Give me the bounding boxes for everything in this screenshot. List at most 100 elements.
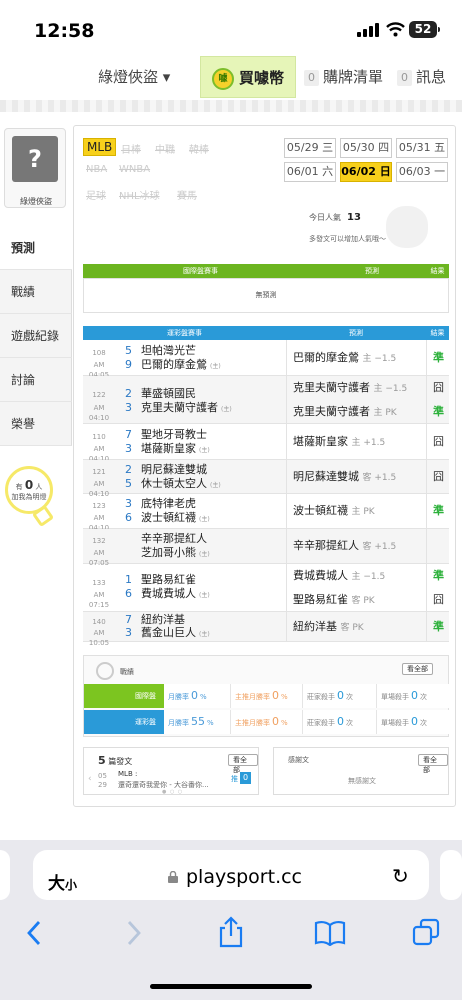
league-tab-cpbl[interactable]: 中職 (152, 140, 178, 157)
sidebar-item-game-log[interactable]: 遊戲紀錄 (0, 314, 72, 358)
url-text[interactable]: playsport.cc (186, 866, 302, 888)
league-tab-horse[interactable]: 賽馬 (174, 186, 200, 203)
target-icon (96, 662, 114, 680)
avatar-card[interactable]: ? 綠燈俠盜 (4, 128, 66, 208)
buy-coin-button[interactable]: 噱買噱幣 (200, 56, 296, 98)
push-label: 推 (231, 775, 238, 783)
game-row[interactable]: 121 AM 04:10 2 明尼蘇達雙城 5 休士頓太空人 (主) 明尼蘇達雙城 客… (83, 460, 449, 498)
sidebar-item-predictions[interactable]: 預測 (0, 226, 72, 270)
month-win-rate: 月勝率 55% (164, 710, 230, 734)
game-row[interactable]: 133 AM 07:15 1 聖路易紅雀 6 費城費城人 (主) 費城費城人 主 −1… (83, 564, 449, 612)
stats-view-all-button[interactable]: 看全部 (402, 663, 433, 675)
page-menu-button[interactable]: 大小 (48, 869, 77, 894)
home-score: 3 (125, 626, 132, 639)
month-label: 月勝率 (168, 693, 189, 701)
game-row[interactable]: 140 AM 10:05 7 紐約洋基 3 舊金山巨人 (主) 紐約洋基 客 PK 準 (83, 612, 449, 647)
cart-link[interactable]: 0 購牌清單 (304, 56, 383, 98)
sidebar-item-record[interactable]: 戰績 (0, 270, 72, 314)
post-month: 05 (98, 772, 107, 780)
avatar: ? (12, 136, 58, 182)
game-row[interactable]: 132 AM 07:05 辛辛那提紅人 芝加哥小熊 (主) 辛辛那提紅人 客 +1… (83, 529, 449, 567)
post-date: 05 29 (98, 772, 107, 790)
pick-team: 辛辛那提紅人 (293, 539, 359, 552)
bulb-unit: 人 (35, 483, 43, 491)
main-val: 0 (272, 715, 279, 728)
league-tab-kbo[interactable]: 韓棒 (186, 140, 212, 157)
aa-large: 大 (48, 874, 65, 894)
pick: 巴爾的摩金鶯 主 −1.5 (293, 352, 396, 365)
sidebar-item-discussion[interactable]: 討論 (0, 358, 72, 402)
status-bar: 12:58 52 (0, 0, 462, 58)
back-icon[interactable] (24, 918, 44, 948)
decorative-divider (0, 100, 462, 112)
league-tab-wnba[interactable]: WNBA (116, 163, 153, 176)
forward-icon[interactable] (124, 918, 144, 948)
views-count: 13 (347, 212, 361, 223)
share-icon[interactable] (217, 916, 245, 948)
stats-row-lottery: 運彩盤 月勝率 55% 主推月勝率 0% 莊家殺手 0 次 單場殺手 0 次 (84, 710, 450, 734)
game-id: 121 (92, 468, 106, 476)
sidebar-item-honors[interactable]: 榮譽 (0, 402, 72, 446)
thanks-view-all-button[interactable]: 看全部 (418, 754, 448, 774)
month-unit: % (200, 693, 207, 701)
tabs-icon[interactable] (412, 918, 440, 946)
mascot-icon (386, 206, 428, 248)
league-tab-npb[interactable]: 日棒 (118, 140, 144, 157)
home-name: 波士頓紅襪 (141, 511, 196, 524)
home-unit: 次 (346, 719, 353, 727)
messages-link[interactable]: 0 訊息 (397, 56, 446, 98)
home-tag: (主) (199, 551, 210, 558)
stats-tag: 運彩盤 (84, 710, 164, 734)
single-killer: 單場殺手 0 次 (376, 684, 450, 708)
pick-team: 費城費城人 (293, 569, 348, 582)
game-id: 123 (92, 502, 106, 510)
prev-arrow-icon[interactable]: ‹ (88, 774, 92, 784)
single-label: 單場殺手 (381, 719, 409, 727)
month-unit: % (207, 719, 214, 727)
date-tab-0602[interactable]: 06/02 日 (340, 162, 392, 182)
views-label: 今日人氣 (309, 213, 341, 222)
prev-tab-pill[interactable] (0, 850, 10, 900)
result-miss: 囧 (433, 435, 444, 448)
league-tab-nhl[interactable]: NHL冰球 (116, 186, 163, 203)
pick-team: 明尼蘇達雙城 (293, 470, 359, 483)
league-tab-mlb[interactable]: MLB (83, 138, 117, 156)
game-row[interactable]: 110 AM 04:10 7 聖地牙哥教士 3 堪薩斯皇家 (主) 堪薩斯皇家 主 +… (83, 424, 449, 463)
reload-icon[interactable]: ↻ (392, 864, 409, 888)
bulb-count: 0 (24, 478, 34, 492)
date-tab-0530[interactable]: 05/30 四 (340, 138, 392, 158)
date-tab-0603[interactable]: 06/03 一 (396, 162, 448, 182)
game-row[interactable]: 123 AM 04:10 3 底特律老虎 6 波士頓紅襪 (主) 波士頓紅襪 主 PK… (83, 494, 449, 532)
pick-team: 紐約洋基 (293, 620, 337, 633)
pick-line: 主 PK (373, 408, 397, 418)
lottery-header-pred: 預測 (349, 329, 363, 337)
away-score: 7 (125, 428, 132, 441)
next-tab-pill[interactable] (440, 850, 462, 900)
home-score: 6 (125, 587, 132, 600)
date-tab-0529[interactable]: 05/29 三 (284, 138, 336, 158)
home-name: 費城費城人 (141, 587, 196, 600)
username: 綠燈俠盜 (20, 197, 52, 206)
result-miss: 囧 (433, 381, 444, 394)
away-name: 華盛頓國民 (141, 387, 196, 400)
intl-header-result: 結果 (430, 267, 445, 275)
home-tag: (主) (210, 363, 221, 370)
lottery-header-game: 運彩盤賽事 (167, 329, 202, 337)
league-tab-nba[interactable]: NBA (83, 163, 110, 176)
push-count: 0 (240, 772, 251, 784)
posts-count: 5 篇發文 (98, 754, 132, 767)
home-tag: (主) (199, 516, 210, 523)
home-tag: (主) (199, 631, 210, 638)
game-row[interactable]: 108 AM 04:05 5 坦帕灣光芒 9 巴爾的摩金鶯 (主) 巴爾的摩金鶯 主 … (83, 340, 449, 379)
away-name: 底特律老虎 (141, 497, 196, 510)
game-row[interactable]: 122 AM 04:10 2 華盛頓國民 3 克里夫蘭守護者 (主) 克里夫蘭守護者 … (83, 376, 449, 424)
main-win-rate: 主推月勝率 0% (230, 684, 302, 708)
user-menu[interactable]: 綠燈俠盜 ▾ (98, 56, 170, 98)
posts-view-all-button[interactable]: 看全部 (228, 754, 258, 774)
league-tab-soccer[interactable]: 足球 (83, 186, 109, 203)
post-league: MLB : (118, 770, 138, 778)
bookmarks-icon[interactable] (314, 920, 346, 946)
date-tab-0531[interactable]: 05/31 五 (396, 138, 448, 158)
month-val: 0 (191, 689, 198, 702)
date-tab-0601[interactable]: 06/01 六 (284, 162, 336, 182)
